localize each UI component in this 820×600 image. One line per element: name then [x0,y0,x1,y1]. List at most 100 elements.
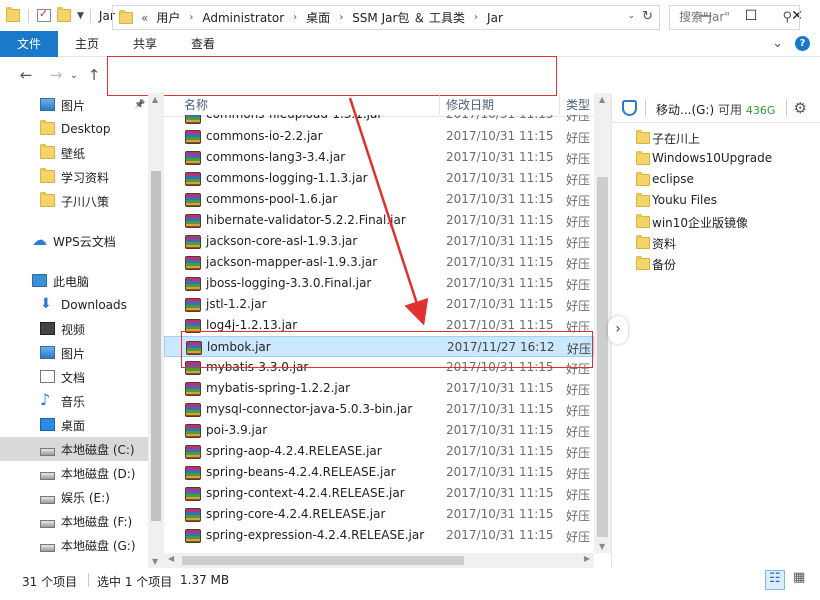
scrollbar-thumb[interactable] [597,177,608,537]
column-header-type[interactable]: 类型 [566,96,590,113]
file-row[interactable]: commons-fileupload-1.3.1.jar 2017/10/31 1… [164,115,594,126]
breadcrumb-jar[interactable]: Jar [487,11,503,25]
nav-item[interactable]: 本地磁盘 (D:) [0,461,164,485]
file-row[interactable]: poi-3.9.jar 2017/10/31 11:15 好压 [164,420,594,441]
chevron-right-icon[interactable]: › [339,12,343,23]
large-icons-view-icon[interactable] [790,570,810,590]
breadcrumb-ssm-jar[interactable]: SSM Jar包 ＆ 工具类 [352,9,465,26]
nav-item[interactable]: ☁ WPS云文档 [0,229,164,253]
nav-item[interactable]: 视频 [0,317,164,341]
quick-folder-item[interactable]: win10企业版镜像 [612,211,820,232]
nav-item[interactable]: 学习资料 [0,165,164,189]
nav-item[interactable]: 子川八策 [0,189,164,213]
nav-item[interactable]: 图片 [0,341,164,365]
nav-item[interactable]: 文档 [0,365,164,389]
file-name: commons-logging-1.1.3.jar [206,171,368,185]
navigation-pane-scrollbar[interactable]: ▲ ▼ [148,93,164,568]
file-row[interactable]: jackson-mapper-asl-1.9.3.jar 2017/10/31 1… [164,252,594,273]
file-row[interactable]: mysql-connector-java-5.0.3-bin.jar 2017/1… [164,399,594,420]
quick-folder-item[interactable]: 备份 [612,253,820,274]
column-divider[interactable] [559,95,560,115]
file-date: 2017/10/31 11:15 [446,507,554,521]
new-folder-icon[interactable] [57,7,71,22]
column-divider[interactable] [439,95,440,115]
scroll-down-icon[interactable]: ▼ [152,557,158,566]
file-row[interactable]: mybatis-3.3.0.jar 2017/10/31 11:15 好压 [164,357,594,378]
file-row[interactable]: lombok.jar 2017/11/27 16:12 好压 [164,336,594,357]
nav-item[interactable]: 壁纸 [0,141,164,165]
quick-folder-item[interactable]: Windows10Upgrade [612,148,820,169]
scroll-down-icon[interactable]: ▼ [599,542,605,551]
column-header-date[interactable]: 修改日期 [446,96,494,113]
nav-item[interactable]: 此电脑 [0,269,164,293]
search-icon[interactable]: ⚲ [782,6,792,29]
address-dropdown-icon[interactable]: ⌄ [627,11,635,21]
up-button[interactable]: ↑ [82,66,106,84]
tab-view[interactable]: 查看 [174,31,232,57]
chevron-right-icon[interactable]: › [189,12,193,23]
nav-item[interactable]: 本地磁盘 (F:) [0,509,164,533]
forward-button[interactable]: → [44,66,68,84]
file-row[interactable]: commons-logging-1.1.3.jar 2017/10/31 11:1… [164,168,594,189]
toolbar-divider [28,8,29,23]
file-row[interactable]: spring-core-4.2.4.RELEASE.jar 2017/10/31 … [164,504,594,525]
breadcrumb-administrator[interactable]: Administrator [202,11,284,25]
nav-item[interactable]: 本地磁盘 (C:) [0,437,164,461]
quick-folder-item[interactable]: eclipse [612,169,820,190]
chevron-right-icon[interactable]: › [474,12,478,23]
quick-folder-item[interactable]: Youku Files [612,190,820,211]
scrollbar-thumb[interactable] [151,171,161,521]
nav-item[interactable]: ⬇ Downloads [0,293,164,317]
scroll-up-icon[interactable]: ▲ [599,95,605,104]
file-row[interactable]: spring-beans-4.2.4.RELEASE.jar 2017/10/31… [164,462,594,483]
nav-item[interactable]: 桌面 [0,413,164,437]
file-list-horizontal-scrollbar[interactable]: ◀ ▶ [164,553,594,568]
customize-toolbar-dropdown-icon[interactable]: ▼ [77,11,84,21]
expand-panel-button[interactable]: › [608,316,628,344]
nav-item[interactable]: 本地磁盘 (G:) [0,533,164,557]
nav-item[interactable]: 图片 📌 [0,93,164,117]
address-bar[interactable]: « 用户 › Administrator › 桌面 › SSM Jar包 ＆ 工… [112,5,660,30]
help-icon[interactable]: ? [795,36,810,51]
nav-item[interactable]: Desktop [0,117,164,141]
file-row[interactable]: mybatis-spring-1.2.2.jar 2017/10/31 11:15… [164,378,594,399]
refresh-icon[interactable]: ↻ [642,9,653,24]
overflow-icon[interactable]: « [141,11,148,25]
breadcrumb-users[interactable]: 用户 [156,9,180,26]
quick-folder-item[interactable]: 子在川上 [612,127,820,148]
scroll-up-icon[interactable]: ▲ [152,95,158,104]
file-row[interactable]: commons-pool-1.6.jar 2017/10/31 11:15 好压 [164,189,594,210]
file-row[interactable]: jboss-logging-3.3.0.Final.jar 2017/10/31 … [164,273,594,294]
file-row[interactable]: hibernate-validator-5.2.2.Final.jar 2017/… [164,210,594,231]
nav-item[interactable]: ♪ 音乐 [0,389,164,413]
quick-folder-item[interactable]: 资料 [612,232,820,253]
details-view-icon[interactable] [765,570,785,590]
device-info[interactable]: 移动...(G:) 可用 436G [656,101,775,118]
file-row[interactable]: spring-expression-4.2.4.RELEASE.jar 2017/… [164,525,594,546]
tab-file[interactable]: 文件 [0,30,58,57]
column-header-name[interactable]: 名称 [184,96,208,113]
file-row[interactable]: jackson-core-asl-1.9.3.jar 2017/10/31 11:… [164,231,594,252]
back-button[interactable]: ← [14,66,38,84]
ribbon-expand-icon[interactable]: ⌄ [772,36,783,51]
tab-share[interactable]: 共享 [116,31,174,57]
file-row[interactable]: jstl-1.2.jar 2017/10/31 11:15 好压 [164,294,594,315]
tab-home[interactable]: 主页 [58,31,116,57]
chevron-right-icon[interactable]: › [293,12,297,23]
breadcrumb-desktop[interactable]: 桌面 [306,9,330,26]
file-row[interactable]: commons-lang3-3.4.jar 2017/10/31 11:15 好压 [164,147,594,168]
file-row[interactable]: spring-context-4.2.4.RELEASE.jar 2017/10/… [164,483,594,504]
recent-locations-icon[interactable]: ⌄ [68,70,80,81]
properties-icon[interactable] [37,7,51,22]
gear-icon[interactable]: ⚙ [794,99,807,117]
nav-item[interactable]: 娱乐 (E:) [0,485,164,509]
scroll-left-icon[interactable]: ◀ [168,554,174,563]
search-input[interactable]: 搜索"Jar" ⚲ [669,5,800,30]
scroll-right-icon[interactable]: ▶ [584,554,590,563]
pin-icon[interactable]: 📌 [134,100,145,110]
nav-item-label: WPS云文档 [53,234,116,249]
scrollbar-thumb[interactable] [182,556,464,565]
file-row[interactable]: log4j-1.2.13.jar 2017/10/31 11:15 好压 [164,315,594,336]
file-row[interactable]: commons-io-2.2.jar 2017/10/31 11:15 好压 [164,126,594,147]
file-row[interactable]: spring-aop-4.2.4.RELEASE.jar 2017/10/31 1… [164,441,594,462]
